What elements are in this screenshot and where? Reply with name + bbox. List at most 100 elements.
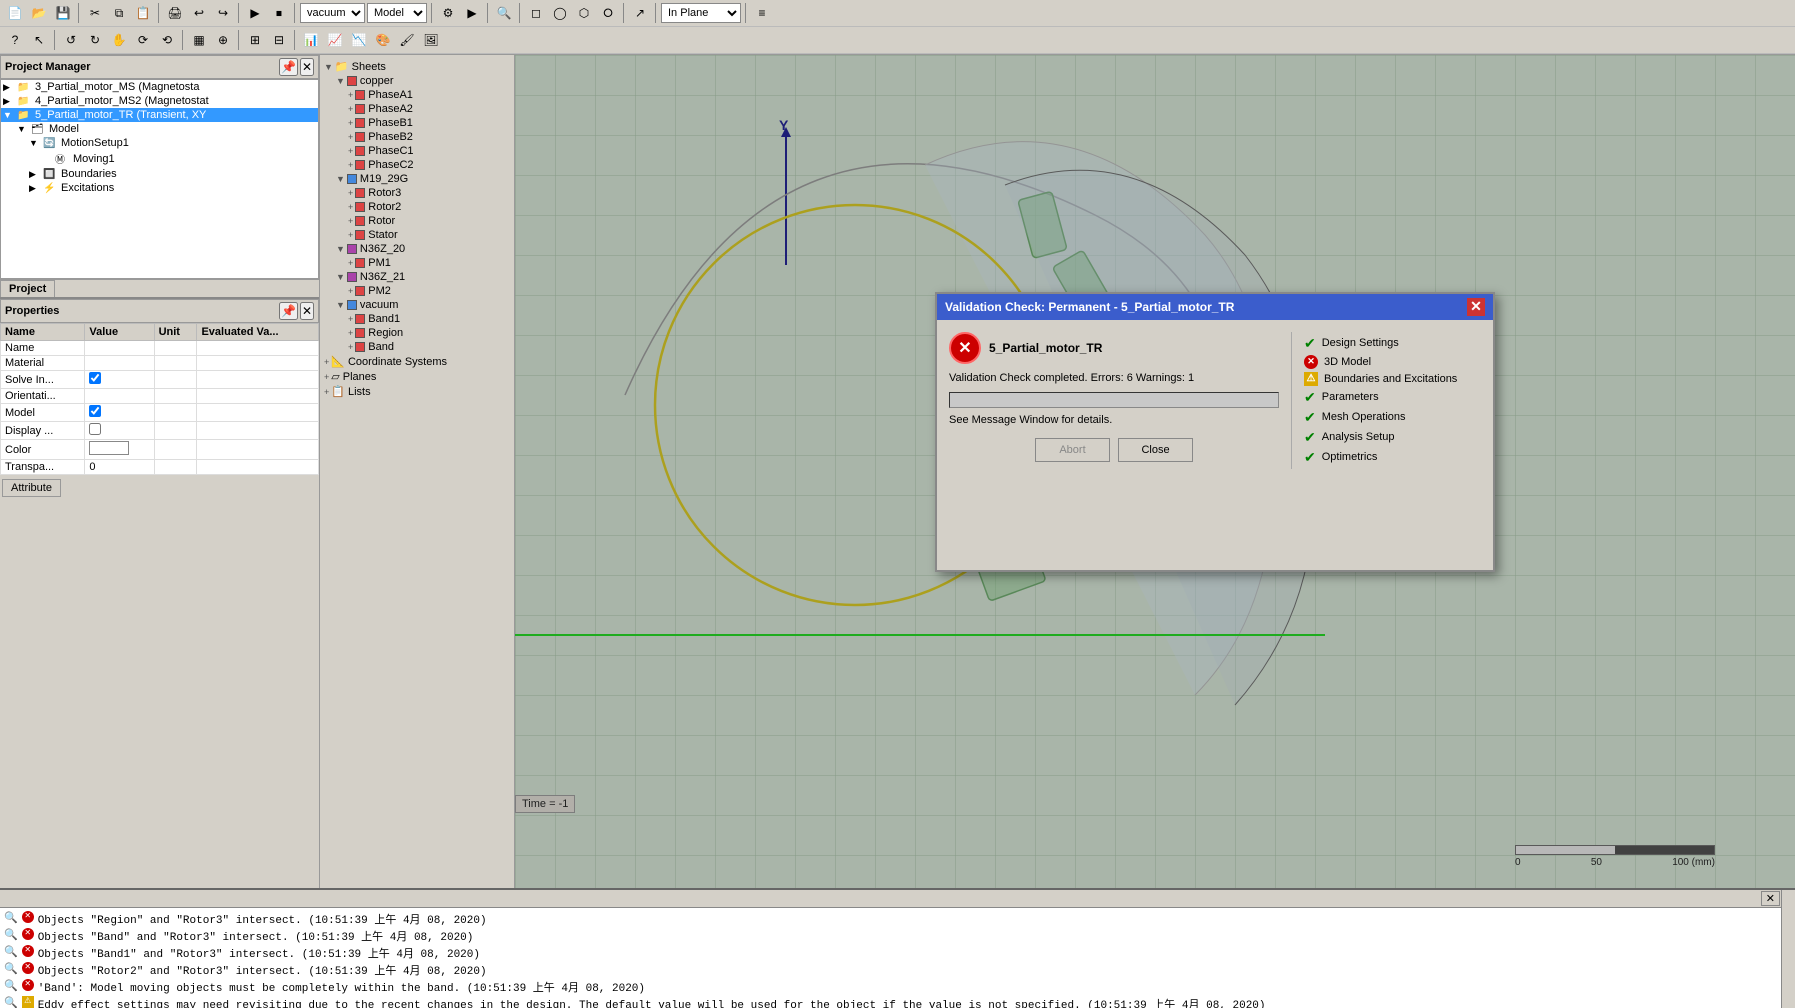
- prop-orient-value[interactable]: [85, 389, 154, 404]
- tree-item-boundaries[interactable]: ▶ 🔲 Boundaries: [1, 167, 318, 181]
- select-btn[interactable]: ▦: [188, 29, 210, 51]
- tree-band[interactable]: + Band: [320, 340, 514, 354]
- more-btn[interactable]: ≡: [751, 2, 773, 24]
- redo-btn[interactable]: ↪: [212, 2, 234, 24]
- rotate2-btn[interactable]: ↻: [84, 29, 106, 51]
- tree-rotor2[interactable]: + Rotor2: [320, 200, 514, 214]
- save-btn[interactable]: 💾: [52, 2, 74, 24]
- log-content-area[interactable]: ✕ 🔍 ✕ Objects "Region" and "Rotor3" inte…: [0, 890, 1781, 1008]
- tree-item-project3[interactable]: ▼ 📁 5_Partial_motor_TR (Transient, XY: [1, 108, 318, 122]
- cut-btn[interactable]: ✂: [84, 2, 106, 24]
- tree-rotor[interactable]: + Rotor: [320, 214, 514, 228]
- tree-item-project2[interactable]: ▶ 📁 4_Partial_motor_MS2 (Magnetostat: [1, 94, 318, 108]
- pointer-btn[interactable]: ↖: [28, 29, 50, 51]
- tree-N36Z21[interactable]: ▼ N36Z_21: [320, 270, 514, 284]
- shape1-btn[interactable]: ◻: [525, 2, 547, 24]
- planes-expand[interactable]: +: [324, 372, 329, 382]
- close-button[interactable]: Close: [1118, 438, 1193, 462]
- print-btn[interactable]: 🖨: [164, 2, 186, 24]
- rotate1-btn[interactable]: ↺: [60, 29, 82, 51]
- new-btn[interactable]: 📄: [4, 2, 26, 24]
- move-btn[interactable]: ✋: [108, 29, 130, 51]
- plot6-btn[interactable]: 🖼: [420, 29, 442, 51]
- plot3-btn[interactable]: 📉: [348, 29, 370, 51]
- expand-icon[interactable]: ▶: [3, 96, 17, 107]
- solve-checkbox[interactable]: [89, 372, 101, 384]
- N36Z21-expand[interactable]: ▼: [336, 272, 345, 282]
- tree-item-moving[interactable]: Ⓜ Moving1: [1, 150, 318, 167]
- coord-expand[interactable]: +: [324, 357, 329, 367]
- sim-btn[interactable]: ⚙: [437, 2, 459, 24]
- prop-model-value[interactable]: [85, 404, 154, 422]
- tree-PM2[interactable]: + PM2: [320, 284, 514, 298]
- expand-icon[interactable]: ▶: [3, 82, 17, 93]
- model-dropdown[interactable]: Model: [367, 3, 427, 23]
- copper-expand[interactable]: ▼: [336, 76, 345, 86]
- tree-PM1[interactable]: + PM1: [320, 256, 514, 270]
- tree-N36Z20[interactable]: ▼ N36Z_20: [320, 242, 514, 256]
- tree-M19[interactable]: ▼ M19_29G: [320, 172, 514, 186]
- tree-sheets[interactable]: ▼ 📁 Sheets: [320, 59, 514, 74]
- prop-pin-btn[interactable]: 📌: [279, 302, 298, 320]
- undo-btn[interactable]: ↩: [188, 2, 210, 24]
- log-scrollbar[interactable]: [1781, 890, 1795, 1008]
- plot2-btn[interactable]: 📈: [324, 29, 346, 51]
- tree-stator[interactable]: + Stator: [320, 228, 514, 242]
- shape3-btn[interactable]: ⬡: [573, 2, 595, 24]
- zoom3-btn[interactable]: ⊟: [268, 29, 290, 51]
- paste-btn[interactable]: 📋: [132, 2, 154, 24]
- display-checkbox[interactable]: [89, 423, 101, 435]
- pm-close-btn[interactable]: ✕: [300, 58, 314, 76]
- log-close-btn[interactable]: ✕: [1761, 891, 1780, 906]
- tree-phaseA2[interactable]: + PhaseA2: [320, 102, 514, 116]
- tree-region[interactable]: + Region: [320, 326, 514, 340]
- prop-name-value[interactable]: [85, 341, 154, 356]
- help-btn[interactable]: ?: [4, 29, 26, 51]
- tree-copper[interactable]: ▼ copper: [320, 74, 514, 88]
- tree-planes[interactable]: + ▱ Planes: [320, 369, 514, 384]
- project-tab[interactable]: Project: [0, 280, 55, 297]
- tree-coord[interactable]: + 📐 Coordinate Systems: [320, 354, 514, 369]
- material-dropdown[interactable]: vacuum: [300, 3, 365, 23]
- prop-display-value[interactable]: [85, 422, 154, 440]
- tree-phaseA1[interactable]: + PhaseA1: [320, 88, 514, 102]
- plot1-btn[interactable]: 📊: [300, 29, 322, 51]
- prop-solve-value[interactable]: [85, 371, 154, 389]
- expand-icon[interactable]: ▶: [29, 183, 43, 194]
- shape2-btn[interactable]: ◯: [549, 2, 571, 24]
- N36Z20-expand[interactable]: ▼: [336, 244, 345, 254]
- tree-item-excitations[interactable]: ▶ ⚡ Excitations: [1, 181, 318, 195]
- tree-vacuum[interactable]: ▼ vacuum: [320, 298, 514, 312]
- plot4-btn[interactable]: 🎨: [372, 29, 394, 51]
- plot5-btn[interactable]: 🖌: [396, 29, 418, 51]
- prop-close-btn[interactable]: ✕: [300, 302, 314, 320]
- prop-transp-value[interactable]: 0: [85, 460, 154, 475]
- zoom2-btn[interactable]: ⊞: [244, 29, 266, 51]
- run-btn[interactable]: ▶: [461, 2, 483, 24]
- stop-btn[interactable]: ⏹: [268, 2, 290, 24]
- expand-icon[interactable]: ▼: [3, 110, 17, 120]
- tree-phaseB1[interactable]: + PhaseB1: [320, 116, 514, 130]
- tree-lists[interactable]: + 📋 Lists: [320, 384, 514, 399]
- zoom-btn[interactable]: 🔍: [493, 2, 515, 24]
- canvas-area[interactable]: Y Time = -1: [515, 55, 1795, 888]
- copy-btn[interactable]: ⧉: [108, 2, 130, 24]
- abort-button[interactable]: Abort: [1035, 438, 1110, 462]
- model-checkbox[interactable]: [89, 405, 101, 417]
- script-btn[interactable]: ▶: [244, 2, 266, 24]
- attribute-tab[interactable]: Attribute: [2, 479, 61, 497]
- flip-btn[interactable]: ⟲: [156, 29, 178, 51]
- arrow-btn[interactable]: ↗: [629, 2, 651, 24]
- expand-icon[interactable]: ▼: [17, 124, 31, 134]
- tree-phaseC2[interactable]: + PhaseC2: [320, 158, 514, 172]
- expand-icon[interactable]: ▶: [29, 169, 43, 180]
- tree-item-model[interactable]: ▼ 🗂 Model: [1, 122, 318, 136]
- tree-item-project1[interactable]: ▶ 📁 3_Partial_motor_MS (Magnetosta: [1, 80, 318, 94]
- color-box[interactable]: [89, 441, 129, 455]
- tree-item-motion[interactable]: ▼ 🔄 MotionSetup1: [1, 136, 318, 150]
- vacuum-expand[interactable]: ▼: [336, 300, 345, 310]
- plane-dropdown[interactable]: In Plane: [661, 3, 741, 23]
- sheets-expand[interactable]: ▼: [324, 62, 333, 72]
- tree-phaseB2[interactable]: + PhaseB2: [320, 130, 514, 144]
- tree-rotor3[interactable]: + Rotor3: [320, 186, 514, 200]
